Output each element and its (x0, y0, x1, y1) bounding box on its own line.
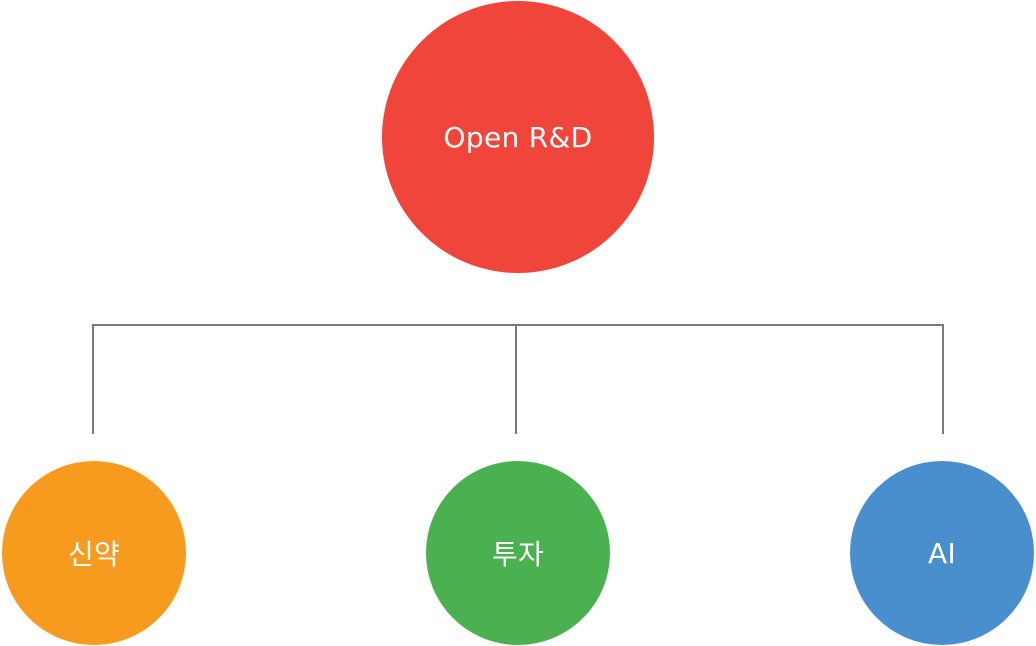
child-node-label: 신약 (67, 538, 121, 571)
child-node-ai: AI (850, 461, 1034, 645)
child-node-drug: 신약 (2, 461, 186, 645)
child-node-label: 투자 (491, 538, 545, 571)
root-node-open-rd: Open R&D (382, 1, 654, 273)
root-node-label: Open R&D (443, 120, 593, 154)
child-node-label: AI (927, 536, 956, 570)
child-node-investment: 투자 (426, 461, 610, 645)
